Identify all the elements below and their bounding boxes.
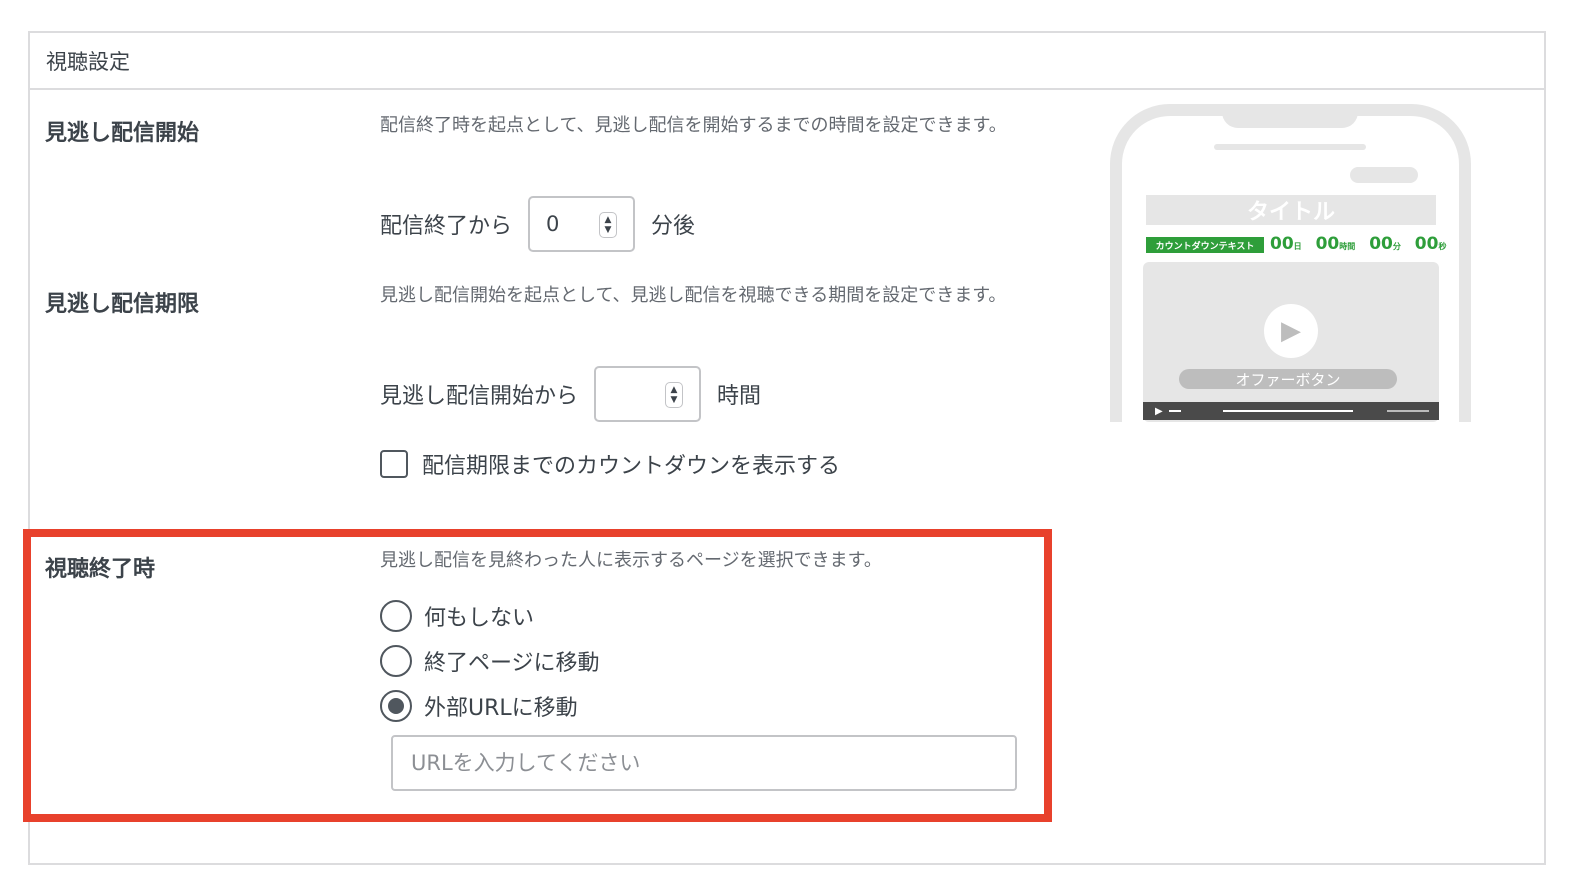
progress-bar [1223,410,1353,412]
phone-notch [1222,104,1358,128]
deadline-prefix-text: 見逃し配信開始から [380,384,579,409]
radio-label[interactable]: 外部URLに移動 [424,690,578,722]
start-suffix-text: 分後 [651,214,696,239]
preview-title: タイトル [1146,195,1436,225]
missed-stream-start-label: 見逃し配信開始 [45,121,200,146]
preview-offer-button: オファーボタン [1179,369,1397,389]
video-controls-bar: ▶ [1143,402,1439,420]
radio-option-do-nothing[interactable]: 何もしない [380,600,534,632]
countdown-checkbox[interactable] [380,450,408,478]
play-icon: ▶ [1264,304,1318,358]
play-small-icon: ▶ [1155,405,1163,417]
preview-countdown-values: 00日 00時間 00分 00秒 [1270,234,1447,254]
countdown-checkbox-label[interactable]: 配信期限までのカウントダウンを表示する [422,448,840,480]
missed-stream-start-description: 配信終了時を起点として、見逃し配信を開始するまでの時間を設定できます。 [380,115,1007,136]
preview-countdown-label: カウントダウンテキスト [1146,237,1264,253]
spinner-icon[interactable]: ▲ ▼ [599,212,618,238]
on-view-end-description: 見逃し配信を見終わった人に表示するページを選択できます。 [380,550,882,571]
on-view-end-label: 視聴終了時 [45,557,156,582]
missed-stream-deadline-label: 見逃し配信期限 [45,292,200,317]
missed-stream-deadline-description: 見逃し配信開始を起点として、見逃し配信を視聴できる期間を設定できます。 [380,285,1007,306]
deadline-hours-input[interactable]: ▲ ▼ [594,366,702,422]
panel-title: 視聴設定 [30,33,1544,90]
start-minutes-input[interactable]: 0 ▲ ▼ [528,196,636,252]
spinner-icon[interactable]: ▲ ▼ [665,382,684,408]
phone-placeholder-pill [1350,167,1418,183]
radio-label[interactable]: 何もしない [424,600,534,632]
radio-option-end-page[interactable]: 終了ページに移動 [380,645,600,677]
external-url-input[interactable] [391,735,1017,791]
volume-bar [1387,410,1429,412]
phone-placeholder-line [1214,144,1366,150]
radio-option-external-url[interactable]: 外部URLに移動 [380,690,578,722]
radio-button[interactable] [380,645,412,677]
deadline-suffix-text: 時間 [717,384,762,409]
radio-button-selected[interactable] [380,690,412,722]
countdown-checkbox-row[interactable]: 配信期限までのカウントダウンを表示する [380,448,840,480]
phone-preview: タイトル カウントダウンテキスト 00日 00時間 00分 00秒 ▶ オファー… [1110,104,1471,422]
preview-video: ▶ オファーボタン ▶ [1143,262,1439,422]
start-minutes-value: 0 [546,212,560,236]
missed-stream-deadline-row: 見逃し配信開始から ▲ ▼ 時間 [380,366,761,422]
radio-label[interactable]: 終了ページに移動 [424,645,600,677]
start-prefix-text: 配信終了から [380,214,513,239]
radio-button[interactable] [380,600,412,632]
missed-stream-start-row: 配信終了から 0 ▲ ▼ 分後 [380,196,695,252]
